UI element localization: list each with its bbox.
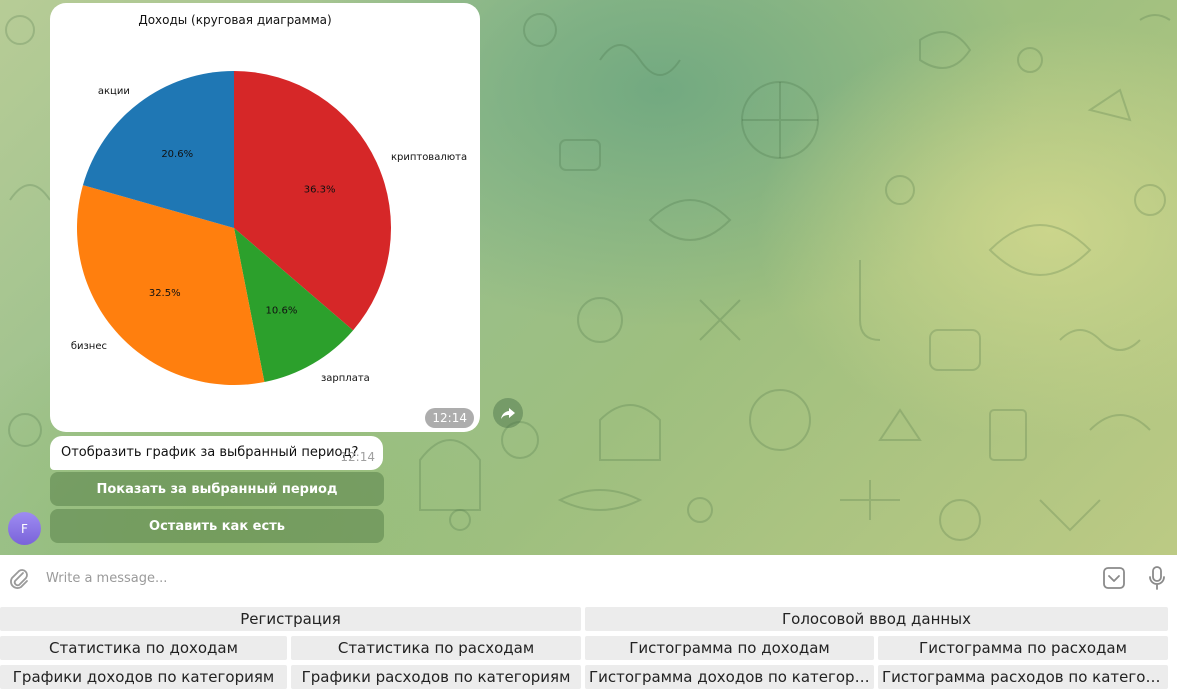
chart-title: Доходы (круговая диаграмма) (138, 13, 331, 27)
income-histogram-button-label: Гистограмма по доходам (629, 639, 830, 657)
show-selected-period-button[interactable]: Показать за выбранный период (50, 472, 384, 506)
avatar[interactable]: F (8, 512, 41, 545)
income-histogram-by-category-button-label: Гистограмма доходов по категори... (589, 668, 874, 686)
pie-percent-label-3: 20.6% (161, 149, 193, 160)
income-pie-chart: Доходы (круговая диаграмма) 36.3% криптов… (71, 13, 467, 385)
pie-category-label-1: зарплата (321, 373, 370, 384)
income-by-category-button[interactable]: Графики доходов по категориям (0, 665, 287, 689)
pie-percent-label-1: 10.6% (266, 305, 298, 316)
voice-input-button-label: Голосовой ввод данных (782, 610, 971, 628)
expense-stats-button[interactable]: Статистика по расходам (291, 636, 581, 660)
income-histogram-by-category-button[interactable]: Гистограмма доходов по категори... (585, 665, 874, 689)
message-input[interactable] (46, 567, 1046, 589)
expense-stats-button-label: Статистика по расходам (337, 639, 535, 657)
bot-message-time: 12:14 (340, 450, 375, 464)
keep-as-is-button[interactable]: Оставить как есть (50, 509, 384, 543)
chat-background: Доходы (круговая диаграмма) 36.3% криптов… (0, 0, 1177, 555)
pie-category-label-2: бизнес (71, 341, 107, 352)
microphone-icon[interactable] (1147, 565, 1167, 591)
expense-histogram-by-category-button-label: Гистограмма расходов по категори... (882, 668, 1168, 686)
attach-icon[interactable] (8, 567, 30, 591)
forward-arrow-icon (501, 408, 515, 419)
expense-by-category-button[interactable]: Графики расходов по категориям (291, 665, 581, 689)
registration-button-label: Регистрация (240, 610, 341, 628)
income-by-category-button-label: Графики доходов по категориям (12, 668, 275, 686)
message-composer (0, 555, 1177, 601)
pie-category-label-3: акции (98, 86, 130, 97)
voice-input-button[interactable]: Голосовой ввод данных (585, 607, 1168, 631)
pie-category-label-0: криптовалюта (391, 152, 467, 163)
forward-button[interactable] (493, 398, 523, 428)
registration-button[interactable]: Регистрация (0, 607, 581, 631)
chart-message-time: 12:14 (425, 408, 474, 428)
expense-histogram-button-label: Гистограмма по расходам (919, 639, 1127, 657)
expense-histogram-button[interactable]: Гистограмма по расходам (878, 636, 1168, 660)
income-histogram-button[interactable]: Гистограмма по доходам (585, 636, 874, 660)
pie-percent-label-2: 32.5% (149, 288, 181, 299)
income-stats-button[interactable]: Статистика по доходам (0, 636, 287, 660)
keyboard-toggle-icon[interactable] (1102, 566, 1126, 590)
expense-histogram-by-category-button[interactable]: Гистограмма расходов по категори... (878, 665, 1168, 689)
income-stats-button-label: Статистика по доходам (49, 639, 238, 657)
bot-message: Отобразить график за выбранный период? 1… (50, 436, 383, 470)
pie-percent-label-0: 36.3% (304, 185, 336, 196)
expense-by-category-button-label: Графики расходов по категориям (301, 668, 571, 686)
bot-message-text: Отобразить график за выбранный период? (61, 445, 359, 460)
reply-keyboard: Регистрация Голосовой ввод данных Статис… (0, 601, 1177, 690)
chart-image-message[interactable]: Доходы (круговая диаграмма) 36.3% криптов… (50, 3, 480, 432)
